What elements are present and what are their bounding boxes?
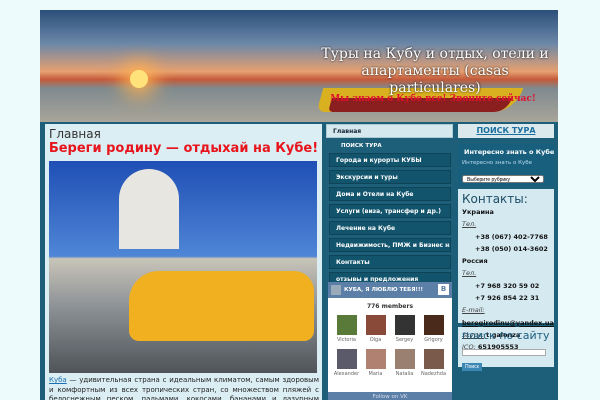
menu-item[interactable]: Недвижимость, ПМЖ и Бизнес на	[329, 238, 451, 252]
member-name: Nadezhda	[420, 371, 447, 377]
vk-member[interactable]: Victoria	[332, 315, 361, 343]
tel-label: Тел.	[462, 269, 477, 278]
email-label: E-mail:	[462, 306, 485, 315]
site-search-input[interactable]	[462, 349, 546, 356]
vk-member[interactable]: Grigory	[419, 315, 448, 343]
site-title[interactable]: Туры на Кубу и отдых, отели и апартамент…	[320, 46, 550, 97]
capitol-dome	[119, 169, 179, 249]
vk-widget: КУБА, Я ЛЮБЛЮ ТЕБЯ!!! B 776 members Victo…	[328, 282, 452, 400]
vk-member[interactable]: Alexander	[332, 349, 361, 377]
member-name: Olga	[369, 337, 382, 343]
menu-item[interactable]: Контакты	[329, 255, 451, 269]
avatar	[394, 349, 415, 369]
vk-group-logo	[331, 285, 341, 295]
tour-search-label: ПОИСК ТУРА	[341, 143, 382, 149]
interest-title: Интересно знать о Кубе	[464, 148, 555, 156]
avatar	[423, 315, 444, 335]
cuba-car-photo	[49, 161, 317, 373]
menu-item[interactable]: Дома и Отели на Кубе	[329, 187, 451, 201]
contacts-heading: Контакты:	[462, 192, 528, 206]
interest-label: Интересно знать о Кубе	[462, 160, 533, 166]
vk-member[interactable]: Natalia	[390, 349, 419, 377]
vk-member[interactable]: Olga	[361, 315, 390, 343]
menu-item[interactable]: Города и курорты КУБЫ	[329, 153, 451, 167]
contacts-widget: Контакты: Украина Тел. +38 (067) 402-776…	[458, 189, 554, 351]
vk-member[interactable]: Sergey	[390, 315, 419, 343]
avatar	[336, 349, 357, 369]
vk-logo-icon[interactable]: B	[438, 284, 449, 295]
breadcrumb: Главная	[49, 127, 101, 141]
member-name: Grigory	[424, 337, 443, 343]
member-name: Maria	[368, 371, 383, 377]
phone: +7 926 854 22 31	[475, 294, 540, 303]
site-search-heading: поиск по сайту	[462, 329, 550, 342]
right-sidebar: ПОИСК ТУРА Интересно знать о Кубе Интере…	[458, 124, 554, 400]
member-name: Sergey	[395, 337, 414, 343]
site-slogan: Мы знаем о Кубе все! Звоните сейчас!	[330, 94, 536, 104]
page-title: Береги родину — отдыхай на Кубе!	[48, 141, 319, 156]
tel-label: Тел.	[462, 220, 477, 229]
header-banner: Туры на Кубу и отдых, отели и апартамент…	[40, 10, 558, 122]
country-russia: Россия	[462, 257, 488, 266]
vk-member[interactable]: Maria	[361, 349, 390, 377]
avatar	[336, 315, 357, 335]
phone: +38 (050) 014-3602	[475, 244, 548, 253]
email-link[interactable]: beregirodinu@yandex.ua	[462, 319, 554, 327]
avatar	[365, 349, 386, 369]
vk-header[interactable]: КУБА, Я ЛЮБЛЮ ТЕБЯ!!! B	[328, 282, 452, 298]
country-ukraine: Украина	[462, 208, 494, 216]
category-select[interactable]: Выберите рубрику	[462, 175, 544, 183]
vk-member[interactable]: Nadezhda	[419, 349, 448, 377]
yellow-car	[129, 271, 314, 341]
vk-follow-button[interactable]: Follow on VK	[328, 392, 452, 400]
member-name: Natalia	[395, 371, 414, 377]
phone: +7 968 320 59 02	[475, 281, 540, 290]
tour-search-button[interactable]: ПОИСК ТУРА	[458, 124, 554, 138]
site-search-widget: поиск по сайту Поиск	[458, 327, 554, 371]
member-name: Alexander	[333, 371, 360, 377]
menu-item[interactable]: Лечение на Кубе	[329, 221, 451, 235]
member-name: Victoria	[337, 337, 356, 343]
main-content: Главная Береги родину — отдыхай на Кубе!…	[45, 124, 322, 400]
intro-text: Куба — удивительная страна с идеальным к…	[49, 376, 319, 400]
avatar	[423, 349, 444, 369]
site-search-button[interactable]: Поиск	[462, 363, 482, 371]
menu-item[interactable]: Услуги (виза, трансфер и др.)	[329, 204, 451, 218]
vk-title[interactable]: КУБА, Я ЛЮБЛЮ ТЕБЯ!!!	[344, 287, 423, 293]
cuba-link[interactable]: Куба	[49, 376, 67, 384]
menu-home[interactable]: Главная	[326, 124, 453, 138]
page-wrapper: Туры на Кубу и отдых, отели и апартамент…	[40, 10, 558, 400]
nav-column: Главная ПОИСК ТУРА Города и курорты КУБЫ…	[326, 124, 453, 400]
menu-item[interactable]: Экскурсии и туры	[329, 170, 451, 184]
avatar	[365, 315, 386, 335]
phone: +38 (067) 402-7768	[475, 232, 548, 241]
sunset-sun	[130, 70, 148, 88]
vk-member-count: 776 members	[366, 303, 414, 310]
intro-body: — удивительная страна с идеальным климат…	[49, 376, 319, 400]
avatar	[394, 315, 415, 335]
interest-widget: Интересно знать о Кубе Интересно знать о…	[458, 144, 554, 186]
